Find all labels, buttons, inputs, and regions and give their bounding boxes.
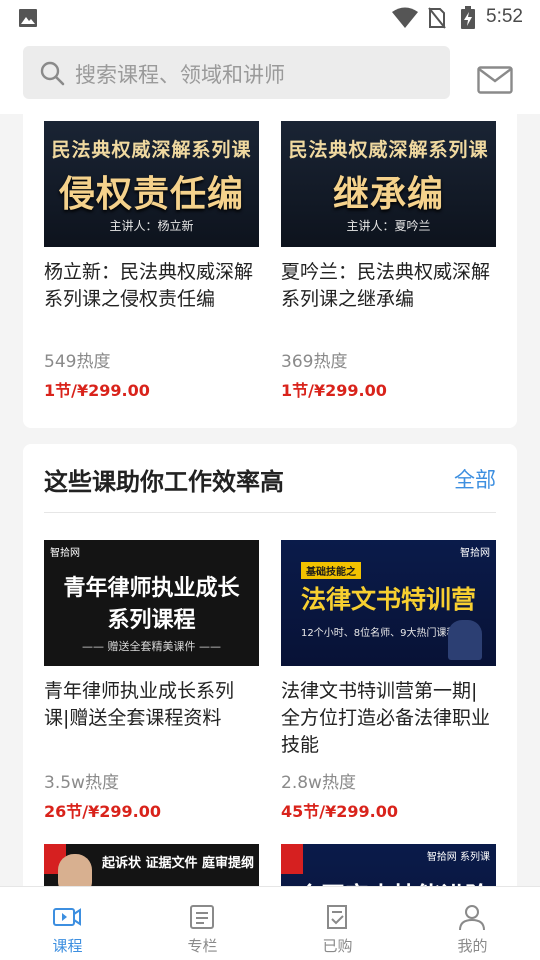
course-thumbnail: 智拾网 基础技能之 法律文书特训营 12个小时、8位名师、9大热门课程集锦！	[281, 540, 496, 666]
bottom-tab-bar: 课程 专栏 已购 我的	[0, 886, 540, 960]
no-sim-icon	[428, 7, 446, 33]
search-icon	[39, 60, 65, 90]
course-price: 1节/¥299.00	[44, 381, 150, 400]
course-title: 杨立新：民法典权威深解系列课之侵权责任编	[44, 261, 254, 310]
wifi-icon	[392, 7, 418, 33]
course-thumbnail: 民法典权威深解系列课 继承编 主讲人：夏吟兰	[281, 121, 496, 247]
course-section-card: 民法典权威深解系列课 侵权责任编 主讲人：杨立新 杨立新：民法典权威深解系列课之…	[23, 114, 517, 428]
course-card[interactable]: 民法典权威深解系列课 继承编 主讲人：夏吟兰 夏吟兰：民法典权威深解系列课之继承…	[281, 121, 496, 400]
course-price: 26节/¥299.00	[44, 802, 161, 821]
course-heat: 3.5w热度	[44, 773, 119, 793]
tab-label: 专栏	[187, 937, 218, 955]
course-title: 夏吟兰：民法典权威深解系列课之继承编	[281, 261, 491, 310]
tab-label: 课程	[52, 937, 83, 955]
section-title: 这些课助你工作效率高	[44, 468, 284, 496]
view-all-link[interactable]: 全部	[454, 464, 496, 494]
profile-icon	[457, 903, 487, 935]
course-card[interactable]: 民法典权威深解系列课 侵权责任编 主讲人：杨立新 杨立新：民法典权威深解系列课之…	[44, 121, 259, 400]
course-card[interactable]: 智拾网 系列课 合同审查技能进阶	[281, 844, 496, 886]
thumbnail-topic: 继承编	[332, 174, 444, 215]
search-placeholder: 搜索课程、领域和讲师	[75, 63, 285, 87]
divider	[44, 512, 496, 513]
course-thumbnail: 民法典权威深解系列课 侵权责任编 主讲人：杨立新	[44, 121, 259, 247]
course-heat: 2.8w热度	[281, 773, 356, 793]
lecturer-photo	[58, 854, 92, 886]
thumbnail-title-line1: 青年律师执业成长	[63, 576, 240, 601]
mail-icon[interactable]	[477, 66, 513, 98]
purchased-icon	[322, 903, 352, 935]
course-card[interactable]: 智拾网 青年律师执业成长 系列课程 —— 赠送全套精美课件 —— 青年律师执业成…	[44, 540, 259, 821]
course-card[interactable]: 智拾网 基础技能之 法律文书特训营 12个小时、8位名师、9大热门课程集锦！ 法…	[281, 540, 496, 821]
thumbnail-lecturer: 主讲人：杨立新	[109, 219, 194, 233]
tab-label: 已购	[322, 937, 353, 955]
search-input[interactable]: 搜索课程、领域和讲师	[23, 46, 450, 99]
tab-purchased[interactable]: 已购	[270, 887, 405, 960]
course-thumbnail: 智拾网 青年律师执业成长 系列课程 —— 赠送全套精美课件 ——	[44, 540, 259, 666]
thumbnail-subtitle: —— 赠送全套精美课件 ——	[82, 640, 221, 653]
brand-logo: 智拾网	[460, 548, 490, 559]
video-icon	[52, 903, 82, 935]
course-thumbnail: 智拾网 系列课 合同审查技能进阶	[281, 844, 496, 886]
hot-tag	[281, 844, 303, 874]
brand-logo: 智拾网 系列课	[426, 852, 490, 863]
clock: 5:52	[486, 6, 523, 27]
course-card[interactable]: 起诉状 证据文件 庭审提纲	[44, 844, 259, 886]
thumbnail-series-title: 民法典权威深解系列课	[288, 139, 489, 161]
course-price: 45节/¥299.00	[281, 802, 398, 821]
thumbnail-series-title: 民法典权威深解系列课	[51, 139, 252, 161]
course-heat: 549热度	[44, 352, 111, 372]
course-title: 青年律师执业成长系列课|赠送全套课程资料	[44, 680, 235, 729]
course-section-card: 这些课助你工作效率高 全部 智拾网 青年律师执业成长 系列课程 —— 赠送全套精…	[23, 444, 517, 886]
thumbnail-title-line2: 系列课程	[107, 608, 196, 633]
thumbnail-title: 法律文书特训营	[301, 585, 477, 614]
course-price: 1节/¥299.00	[281, 381, 387, 400]
status-bar: 5:52	[0, 0, 540, 36]
course-thumbnail: 起诉状 证据文件 庭审提纲	[44, 844, 259, 886]
battery-charging-icon	[460, 6, 476, 34]
tab-courses[interactable]: 课程	[0, 887, 135, 960]
gallery-icon	[18, 8, 38, 32]
search-header: 搜索课程、领域和讲师	[0, 36, 540, 114]
thumbnail-title: 合同审查技能进阶	[297, 876, 489, 886]
tab-label: 我的	[457, 937, 488, 955]
thumbnail-tagline: 起诉状 证据文件 庭审提纲	[102, 856, 255, 871]
brand-logo: 智拾网	[50, 548, 80, 559]
tab-profile[interactable]: 我的	[405, 887, 540, 960]
thumbnail-tag: 基础技能之	[301, 562, 361, 579]
tab-columns[interactable]: 专栏	[135, 887, 270, 960]
course-heat: 369热度	[281, 352, 348, 372]
thumbnail-topic: 侵权责任编	[58, 174, 244, 215]
course-title: 法律文书特训营第一期|全方位打造必备法律职业技能	[281, 680, 491, 756]
column-icon	[187, 903, 217, 935]
course-feed[interactable]: 民法典权威深解系列课 侵权责任编 主讲人：杨立新 杨立新：民法典权威深解系列课之…	[0, 114, 540, 886]
lawyer-illustration	[448, 620, 482, 660]
thumbnail-lecturer: 主讲人：夏吟兰	[346, 219, 431, 233]
